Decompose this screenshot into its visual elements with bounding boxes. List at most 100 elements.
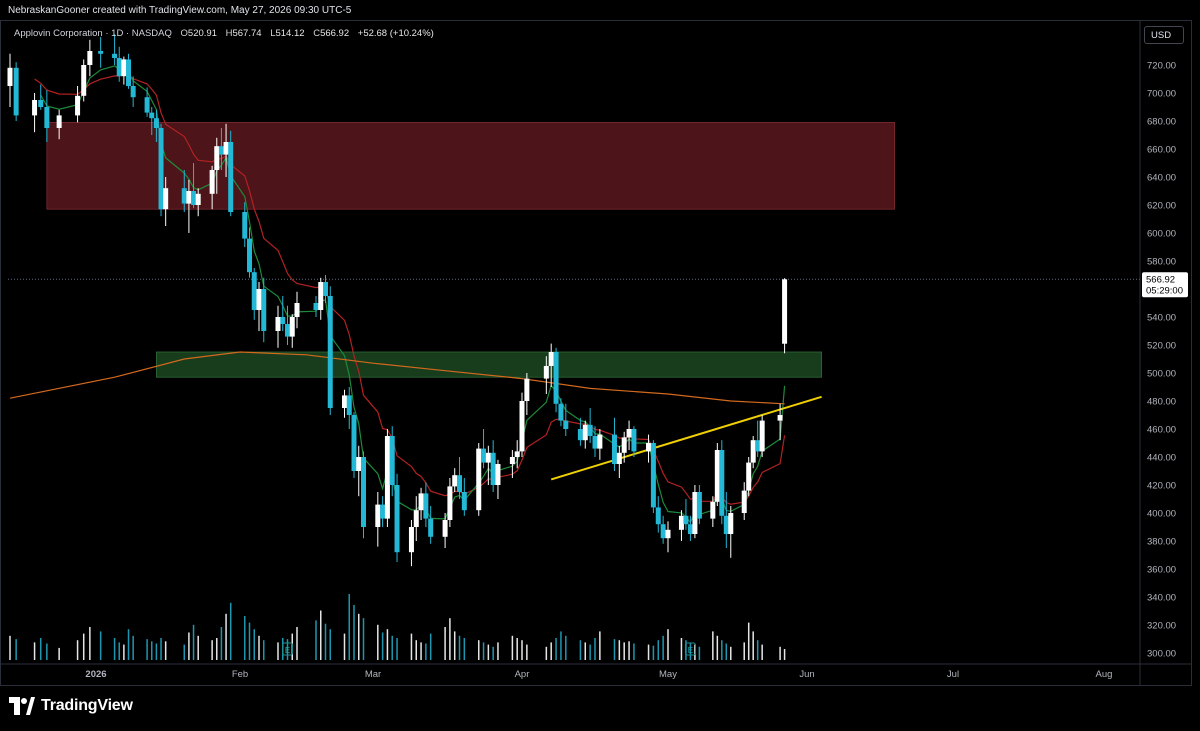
candle-body[interactable] [447,486,453,520]
candle-body[interactable] [777,415,783,421]
candle-body[interactable] [413,510,419,527]
candle-body[interactable] [228,142,234,212]
candle-body[interactable] [563,420,569,429]
candle-body[interactable] [247,238,252,273]
supply-zone[interactable] [46,122,896,210]
candle-body[interactable] [611,434,617,464]
candle-body[interactable] [428,518,434,537]
candle-body[interactable] [582,424,588,441]
candle-body[interactable] [285,324,290,337]
candle-body[interactable] [195,193,201,205]
candle-body[interactable] [116,58,122,77]
candle-body[interactable] [490,452,496,485]
candle-body[interactable] [509,457,515,464]
candle-body[interactable] [81,65,87,96]
price-chart[interactable]: E E 300.00 320.00 340.00 360.00 380.00 400.00 42… [0,0,1200,731]
candle-body[interactable] [181,188,187,204]
support-trendline[interactable] [550,395,822,481]
candle-body[interactable] [7,67,13,86]
candle-body[interactable] [75,95,81,116]
candle-body[interactable] [746,462,752,491]
candle-body[interactable] [621,437,627,453]
candle-body[interactable] [214,146,220,170]
candle-body[interactable] [56,115,62,128]
candle-body[interactable] [442,520,448,537]
candle-body[interactable] [692,492,698,534]
candle-body[interactable] [759,420,765,452]
candle-body[interactable] [256,289,262,310]
candle-body[interactable] [209,170,215,194]
candle-body[interactable] [687,524,693,534]
candle-body[interactable] [144,97,150,113]
candle-body[interactable] [163,188,169,210]
candle-body[interactable] [631,429,637,452]
candle-body[interactable] [587,424,593,436]
candle-body[interactable] [342,395,347,408]
candle-body[interactable] [495,464,501,485]
candle-body[interactable] [592,436,598,449]
candle-body[interactable] [121,59,127,77]
candle-body[interactable] [38,100,44,107]
candle-body[interactable] [476,448,482,511]
candle-body[interactable] [524,378,530,401]
candle-body[interactable] [616,452,622,464]
candle-body[interactable] [158,128,164,210]
candle-body[interactable] [553,352,559,404]
candle-body[interactable] [223,142,229,155]
candle-body[interactable] [112,53,118,58]
candle-body[interactable] [323,282,328,296]
candle-body[interactable] [543,366,549,379]
candle-body[interactable] [719,450,725,516]
candle-body[interactable] [218,146,224,155]
candle-body[interactable] [423,493,429,519]
candle-body[interactable] [696,492,702,519]
candle-body[interactable] [44,107,50,128]
tradingview-logo[interactable]: TradingView [9,697,133,715]
candle-body[interactable] [251,272,257,310]
candle-body[interactable] [714,450,720,502]
candle-body[interactable] [87,51,93,65]
candle-body[interactable] [755,440,761,452]
candle-body[interactable] [683,515,689,525]
candle-body[interactable] [646,443,652,452]
candle-body[interactable] [655,507,661,525]
candle-body[interactable] [481,448,487,463]
candle-body[interactable] [514,451,520,457]
candle-body[interactable] [186,191,192,204]
candle-body[interactable] [519,401,525,452]
candle-body[interactable] [242,212,248,239]
candle-body[interactable] [13,67,19,116]
candle-body[interactable] [728,513,734,534]
candle-body[interactable] [313,303,319,310]
candle-body[interactable] [418,493,424,511]
candle-body[interactable] [548,352,554,366]
candle-body[interactable] [678,515,684,530]
currency-button[interactable]: USD [1144,26,1184,44]
demand-zone[interactable] [155,351,822,378]
candle-body[interactable] [461,492,467,511]
candle-body[interactable] [394,485,400,553]
candle-body[interactable] [375,504,381,527]
candle-body[interactable] [289,317,295,337]
candle-body[interactable] [361,457,366,527]
candle-body[interactable] [665,529,671,539]
candle-body[interactable] [98,51,104,54]
candle-body[interactable] [356,457,362,471]
candle-body[interactable] [723,515,729,534]
candle-body[interactable] [457,475,463,492]
candle-body[interactable] [741,490,747,513]
candle-body[interactable] [485,452,491,463]
candle-body[interactable] [782,279,788,344]
candle-body[interactable] [318,282,324,310]
candle-body[interactable] [389,436,395,485]
candle-body[interactable] [261,289,267,331]
candle-body[interactable] [558,403,564,421]
candle-body[interactable] [153,118,159,128]
candle-body[interactable] [626,429,632,438]
candle-body[interactable] [32,100,38,116]
candle-body[interactable] [384,436,390,519]
candle-body[interactable] [577,429,583,441]
candle-body[interactable] [408,527,414,553]
candle-body[interactable] [380,504,386,519]
candle-body[interactable] [149,112,155,119]
